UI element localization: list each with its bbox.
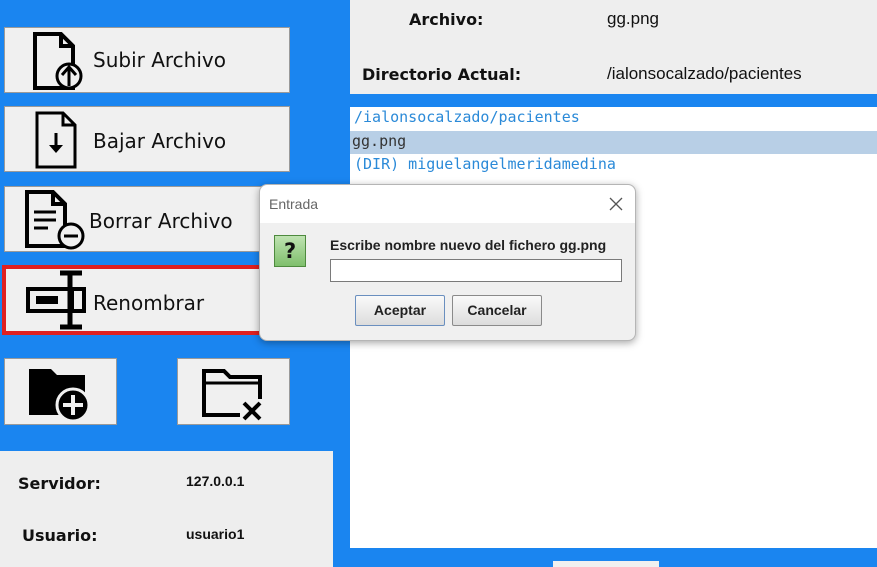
folder-add-icon xyxy=(29,369,91,423)
list-item-label: gg.png xyxy=(352,132,407,150)
file-label: Archivo: xyxy=(409,10,484,29)
user-label: Usuario: xyxy=(22,526,98,545)
download-label: Bajar Archivo xyxy=(93,129,227,153)
list-item[interactable]: /ialonsocalzado/pacientes xyxy=(350,107,877,130)
question-icon: ? xyxy=(274,235,306,267)
file-delete-icon xyxy=(25,190,85,250)
rename-label: Renombrar xyxy=(93,291,205,315)
create-folder-button[interactable] xyxy=(4,358,117,425)
file-upload-icon xyxy=(33,32,83,90)
file-info-header: Archivo: gg.png Directorio Actual: /ialo… xyxy=(350,0,877,94)
list-item-selected[interactable]: gg.png xyxy=(350,131,877,154)
delete-button[interactable]: Borrar Archivo xyxy=(4,186,290,252)
cancel-button[interactable]: Cancelar xyxy=(452,295,542,326)
input-dialog: Entrada ? Escribe nombre nuevo del fiche… xyxy=(259,184,636,341)
rename-cursor-icon xyxy=(26,270,86,330)
upload-button[interactable]: Subir Archivo xyxy=(4,27,290,93)
rename-button[interactable]: Renombrar xyxy=(2,265,290,335)
close-icon[interactable] xyxy=(608,196,624,212)
upload-label: Subir Archivo xyxy=(93,48,226,72)
list-item[interactable]: (DIR) miguelangelmeridamedina xyxy=(350,154,877,177)
file-download-icon xyxy=(35,111,77,169)
server-value: 127.0.0.1 xyxy=(186,473,245,489)
dialog-title: Entrada xyxy=(269,196,319,212)
new-filename-input[interactable] xyxy=(330,259,622,282)
dialog-message: Escribe nombre nuevo del fichero gg.png xyxy=(330,237,607,253)
dialog-titlebar: Entrada xyxy=(260,185,635,223)
server-label: Servidor: xyxy=(18,474,101,493)
bottom-tab-stub xyxy=(553,561,659,567)
connection-info-panel: Servidor: 127.0.0.1 Usuario: usuario1 xyxy=(0,451,333,567)
directory-label: Directorio Actual: xyxy=(362,65,522,84)
directory-value: /ialonsocalzado/pacientes xyxy=(607,64,802,83)
delete-label: Borrar Archivo xyxy=(89,209,233,233)
user-value: usuario1 xyxy=(186,526,245,542)
list-item-label: (DIR) miguelangelmeridamedina xyxy=(354,155,616,173)
accept-button[interactable]: Aceptar xyxy=(355,295,445,326)
download-button[interactable]: Bajar Archivo xyxy=(4,106,290,172)
delete-folder-button[interactable] xyxy=(177,358,290,425)
folder-delete-icon xyxy=(202,369,264,421)
list-item-label: /ialonsocalzado/pacientes xyxy=(354,108,580,126)
file-value: gg.png xyxy=(607,9,659,28)
